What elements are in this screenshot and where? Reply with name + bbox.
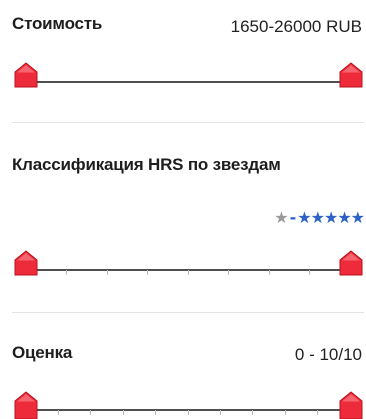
price-slider-track[interactable]: [26, 81, 350, 83]
rating-min-handle[interactable]: [14, 391, 38, 419]
rating-tick: [90, 410, 91, 415]
stars-tick: [107, 270, 108, 275]
stars-slider-track[interactable]: [26, 269, 350, 275]
rating-range-value: 0 - 10/10: [294, 345, 362, 364]
rating-max-handle[interactable]: [339, 391, 363, 419]
rating-tick: [155, 410, 156, 415]
price-range-value: 1650-26000 RUB: [230, 17, 362, 36]
stars-title: Классификация HRS по звездам: [12, 155, 281, 174]
price-max-handle[interactable]: [339, 62, 363, 88]
price-title: Стоимость: [12, 14, 103, 33]
stars-tick: [147, 270, 148, 275]
stars-tick: [66, 270, 67, 275]
rating-tick: [285, 410, 286, 415]
price-min-handle[interactable]: [14, 62, 38, 88]
rating-tick: [220, 410, 221, 415]
rating-title: Оценка: [12, 343, 73, 362]
stars-min-handle[interactable]: [14, 250, 38, 276]
rating-tick: [188, 410, 189, 415]
min-star-icon: ★: [274, 208, 288, 227]
rating-tick: [252, 410, 253, 415]
stars-tick: [228, 270, 229, 275]
rating-tick: [317, 410, 318, 415]
divider: [12, 312, 364, 313]
rating-tick: [123, 410, 124, 415]
range-dash: -: [289, 208, 297, 227]
stars-tick: [309, 270, 310, 275]
stars-max-handle[interactable]: [339, 250, 363, 276]
max-stars-icon: ★★★★★: [297, 208, 365, 227]
filter-panel: Стоимость 1650-26000 RUB Классификация H…: [0, 0, 366, 419]
stars-tick: [188, 270, 189, 275]
stars-range-value: ★ - ★★★★★: [274, 208, 365, 227]
rating-slider-track[interactable]: [26, 409, 350, 415]
rating-tick: [58, 410, 59, 415]
stars-tick: [269, 270, 270, 275]
divider: [12, 122, 364, 123]
